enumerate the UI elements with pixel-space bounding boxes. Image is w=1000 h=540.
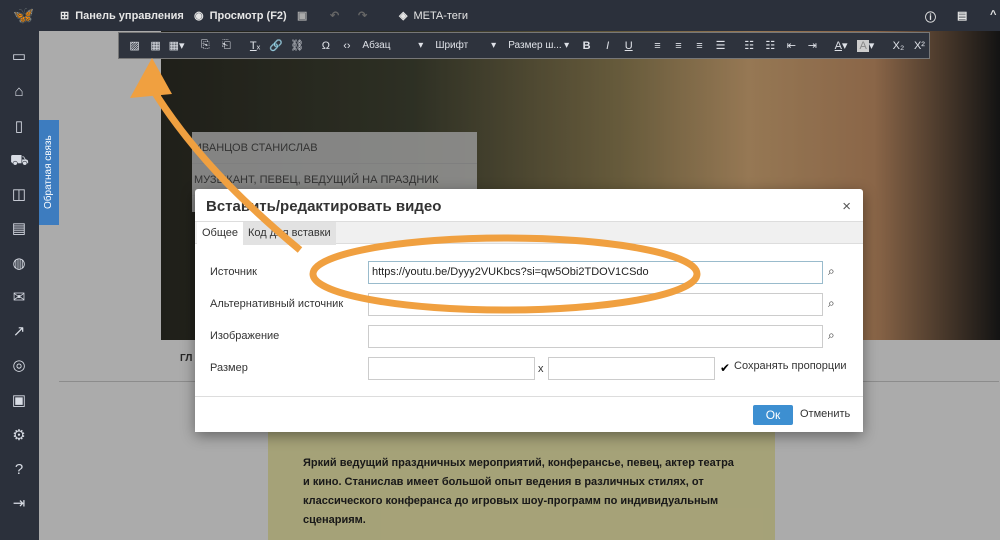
browse-icon[interactable]: ⌕ (828, 264, 835, 279)
undo-icon[interactable]: ↶ (330, 9, 339, 22)
chevron-down-icon: ▾ (491, 40, 497, 51)
dialog-footer: Ок Отменить (195, 396, 863, 432)
superscript-icon[interactable]: X² (910, 40, 929, 52)
help-icon[interactable]: ? (10, 461, 28, 479)
outdent-icon[interactable]: ⇤ (782, 39, 801, 52)
code-icon[interactable]: ‹› (337, 40, 356, 52)
settings-icon[interactable]: ⚙ (10, 427, 28, 445)
browse-icon[interactable]: ⌕ (828, 296, 835, 311)
image-input[interactable] (368, 325, 823, 348)
paragraph-select[interactable]: Абзац ▾ (358, 40, 429, 51)
omega-icon[interactable]: Ω (316, 40, 335, 52)
globe-icon[interactable]: ◍ (10, 255, 28, 273)
dashboard-button[interactable]: ⊞ Панель управления (60, 9, 184, 23)
collapse-icon[interactable]: ^ (990, 9, 996, 21)
keep-ratio-checkbox[interactable]: ✔ (720, 361, 730, 375)
logout-icon[interactable]: ⇥ (10, 495, 28, 513)
laptop-icon[interactable]: ▭ (10, 48, 28, 66)
logo-icon[interactable]: 🦋 (13, 6, 35, 26)
unlink-icon[interactable]: ⛓ (288, 39, 307, 52)
height-input[interactable] (548, 357, 715, 380)
align-right-icon[interactable]: ≡ (690, 40, 709, 52)
tab-general[interactable]: Общее (197, 222, 244, 246)
redo-icon[interactable]: ↷ (358, 9, 367, 22)
underline-icon[interactable]: U (619, 40, 638, 52)
paste-icon[interactable]: ⎗ (217, 39, 236, 52)
align-left-icon[interactable]: ≡ (648, 40, 667, 52)
tag-icon: ◈ (399, 10, 408, 22)
text-color-icon[interactable]: A▾ (832, 39, 851, 52)
help-icon[interactable]: ⓘ (925, 9, 936, 25)
video-icon[interactable]: ▦ (146, 39, 165, 52)
numbered-list-icon[interactable]: ☷ (761, 39, 780, 52)
image-icon[interactable]: ▨ (125, 39, 144, 52)
dialog-title: Вставить/редактировать видео (206, 198, 442, 215)
width-input[interactable] (368, 357, 535, 380)
cancel-button[interactable]: Отменить (800, 408, 850, 420)
preview-button[interactable]: ◉ Просмотр (F2) (194, 9, 287, 23)
module-icon[interactable]: ▣ (10, 392, 28, 410)
alt-source-input[interactable] (368, 293, 823, 316)
home-icon[interactable]: ⌂ (10, 83, 28, 101)
image-label: Изображение (210, 330, 280, 342)
feedback-tab[interactable]: Обратная связь (39, 120, 59, 225)
save-icon[interactable]: ▣ (297, 9, 307, 22)
dialog-tabs: Общее Код для вставки (195, 221, 863, 246)
clear-format-icon[interactable]: Tₓ (246, 40, 265, 52)
table-icon[interactable]: ▦▾ (167, 39, 186, 52)
font-select[interactable]: Шрифт ▾ (431, 40, 502, 51)
size-separator: x (538, 363, 544, 375)
bold-icon[interactable]: B (577, 40, 596, 52)
document-icon[interactable]: ▯ (10, 118, 28, 136)
layers-icon[interactable]: ◫ (10, 186, 28, 204)
meta-tags-button[interactable]: ◈ META-теги (399, 9, 468, 23)
alt-source-label: Альтернативный источник (210, 298, 344, 310)
source-input[interactable]: https://youtu.be/Dyyy2VUKbcs?si=qw5Obi2T… (368, 261, 823, 284)
link-icon[interactable]: 🔗 (267, 39, 286, 52)
eye-icon: ◉ (194, 10, 204, 22)
editor-toolbar: ▨ ▦ ▦▾ ⎘ ⎗ Tₓ 🔗 ⛓ Ω ‹› Абзац ▾ Шрифт ▾ Раз… (118, 32, 930, 59)
align-center-icon[interactable]: ≡ (669, 40, 688, 52)
target-icon[interactable]: ◎ (10, 357, 28, 375)
close-icon[interactable]: × (842, 198, 851, 215)
copy-icon[interactable]: ⎘ (196, 39, 215, 52)
bg-color-icon[interactable]: A ▾ (853, 39, 880, 52)
size-select[interactable]: Размер ш... ▾ (504, 40, 575, 51)
top-bar: 🦋 ⊞ Панель управления ◉ Просмотр (F2) ▣ ↶ … (0, 0, 1000, 31)
chevron-down-icon: ▾ (564, 40, 570, 51)
grid-icon: ⊞ (60, 10, 70, 22)
sidebar: ▭ ⌂ ▯ ⛟ ◫ ▤ ◍ ✉ ↗ ◎ ▣ ⚙ ? ⇥ (0, 31, 39, 540)
page-icon[interactable]: ▤ (957, 9, 967, 22)
browse-icon[interactable]: ⌕ (828, 328, 835, 343)
wallet-icon[interactable]: ▤ (10, 220, 28, 238)
bullet-list-icon[interactable]: ☷ (740, 39, 759, 52)
align-justify-icon[interactable]: ☰ (711, 39, 730, 52)
tab-embed-code[interactable]: Код для вставки (243, 222, 336, 245)
ok-button[interactable]: Ок (753, 405, 793, 425)
keep-ratio-label: Сохранять пропорции (734, 360, 847, 372)
subscript-icon[interactable]: X₂ (889, 40, 908, 52)
indent-icon[interactable]: ⇥ (803, 39, 822, 52)
video-dialog: Вставить/редактировать видео × Общее Код… (195, 189, 863, 432)
mail-icon[interactable]: ✉ (10, 289, 28, 307)
size-label: Размер (210, 362, 248, 374)
chevron-down-icon: ▾ (418, 40, 424, 51)
italic-icon[interactable]: I (598, 40, 617, 52)
chart-icon[interactable]: ↗ (10, 323, 28, 341)
source-label: Источник (210, 266, 257, 278)
cart-icon[interactable]: ⛟ (10, 152, 29, 170)
